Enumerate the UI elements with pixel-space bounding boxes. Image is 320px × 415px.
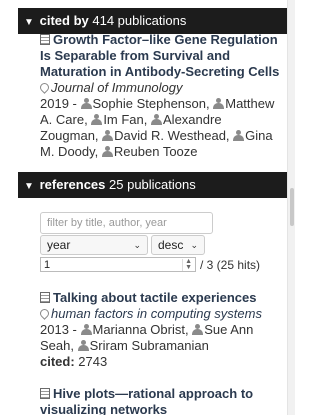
person-icon: [91, 114, 103, 125]
author-link[interactable]: Marianna Obrist,: [93, 322, 189, 337]
person-icon: [102, 130, 114, 141]
author-link[interactable]: Im Fan,: [103, 112, 147, 127]
references-header-count: 25 publications: [105, 177, 196, 192]
document-icon: [40, 292, 50, 303]
cited-value: 2743: [74, 354, 108, 369]
person-icon: [77, 340, 89, 351]
reference-venue[interactable]: human factors in computing systems: [51, 306, 262, 321]
location-pin-icon: [40, 309, 48, 319]
person-icon: [101, 146, 113, 157]
sort-order-select[interactable]: desc ⌄: [151, 235, 205, 255]
page-number-input[interactable]: 1 ▲ ▼: [40, 257, 196, 272]
pagination-row: 1 ▲ ▼ / 3 (25 hits): [40, 257, 287, 272]
reference-item: Talking about tactile experiences human …: [0, 290, 287, 370]
reference-venue-row: human factors in computing systems: [40, 306, 281, 322]
reference-authors: 2013 - Marianna Obrist, Sue Ann Seah, Sr…: [40, 322, 281, 354]
sort-field-select[interactable]: year ⌄: [40, 235, 148, 255]
cited-by-item-venue-row: Journal of Immunology: [40, 80, 281, 96]
cited-by-item-title-row[interactable]: Growth Factor–like Gene Regulation Is Se…: [40, 32, 281, 80]
person-icon: [213, 98, 225, 109]
cited-by-header[interactable]: ▼ cited by 414 publications: [18, 8, 287, 34]
references-filter-controls: filter by title, author, year year ⌄ des…: [0, 212, 287, 272]
author-link[interactable]: Sriram Subramanian: [90, 338, 209, 353]
chevron-down-icon: ⌄: [190, 239, 198, 250]
cited-by-item-year: 2019 -: [40, 96, 77, 111]
vertical-scrollbar[interactable]: [287, 0, 295, 415]
author-link[interactable]: Reuben Tooze: [114, 144, 198, 159]
person-icon: [192, 324, 204, 335]
filter-input-placeholder: filter by title, author, year: [47, 217, 167, 229]
reference-title[interactable]: Talking about tactile experiences: [53, 290, 257, 305]
references-header[interactable]: ▼ references 25 publications: [18, 172, 287, 198]
person-icon: [233, 130, 245, 141]
person-icon: [80, 98, 92, 109]
reference-title-row[interactable]: Hive plots—rational approach to visualiz…: [40, 386, 281, 415]
scrollbar-thumb[interactable]: [290, 188, 294, 226]
document-icon: [40, 388, 50, 399]
author-link[interactable]: Sophie Stephenson,: [93, 96, 210, 111]
cited-by-item: Growth Factor–like Gene Regulation Is Se…: [0, 32, 287, 160]
cited-by-item-title[interactable]: Growth Factor–like Gene Regulation Is Se…: [40, 32, 279, 79]
pagination-summary: / 3 (25 hits): [200, 257, 261, 272]
location-pin-icon: [40, 83, 48, 93]
chevron-down-icon: ⌄: [133, 239, 141, 250]
cited-by-item-authors: 2019 - Sophie Stephenson, Matthew A. Car…: [40, 96, 281, 160]
reference-title[interactable]: Hive plots—rational approach to visualiz…: [40, 386, 253, 415]
stepper-arrows-icon[interactable]: ▲ ▼: [182, 258, 192, 271]
sort-row: year ⌄ desc ⌄: [40, 235, 287, 255]
page-number-value: 1: [44, 258, 51, 271]
sort-field-value: year: [47, 238, 71, 252]
collapse-triangle-icon: ▼: [24, 181, 34, 192]
reference-item: Hive plots—rational approach to visualiz…: [0, 386, 287, 415]
cited-by-header-count: 414 publications: [88, 13, 187, 28]
cited-by-header-label: cited by: [39, 13, 89, 28]
cited-label: cited:: [40, 354, 75, 369]
filter-input[interactable]: filter by title, author, year: [40, 212, 213, 234]
reference-year: 2013 -: [40, 322, 77, 337]
document-icon: [40, 34, 50, 45]
sort-order-value: desc: [158, 238, 184, 252]
person-icon: [80, 324, 92, 335]
reference-cited-count: cited: 2743: [40, 354, 281, 370]
cited-by-item-venue[interactable]: Journal of Immunology: [51, 80, 183, 95]
author-link[interactable]: David R. Westhead,: [114, 128, 229, 143]
person-icon: [151, 114, 163, 125]
reference-title-row[interactable]: Talking about tactile experiences: [40, 290, 281, 306]
references-header-label: references: [39, 177, 106, 192]
